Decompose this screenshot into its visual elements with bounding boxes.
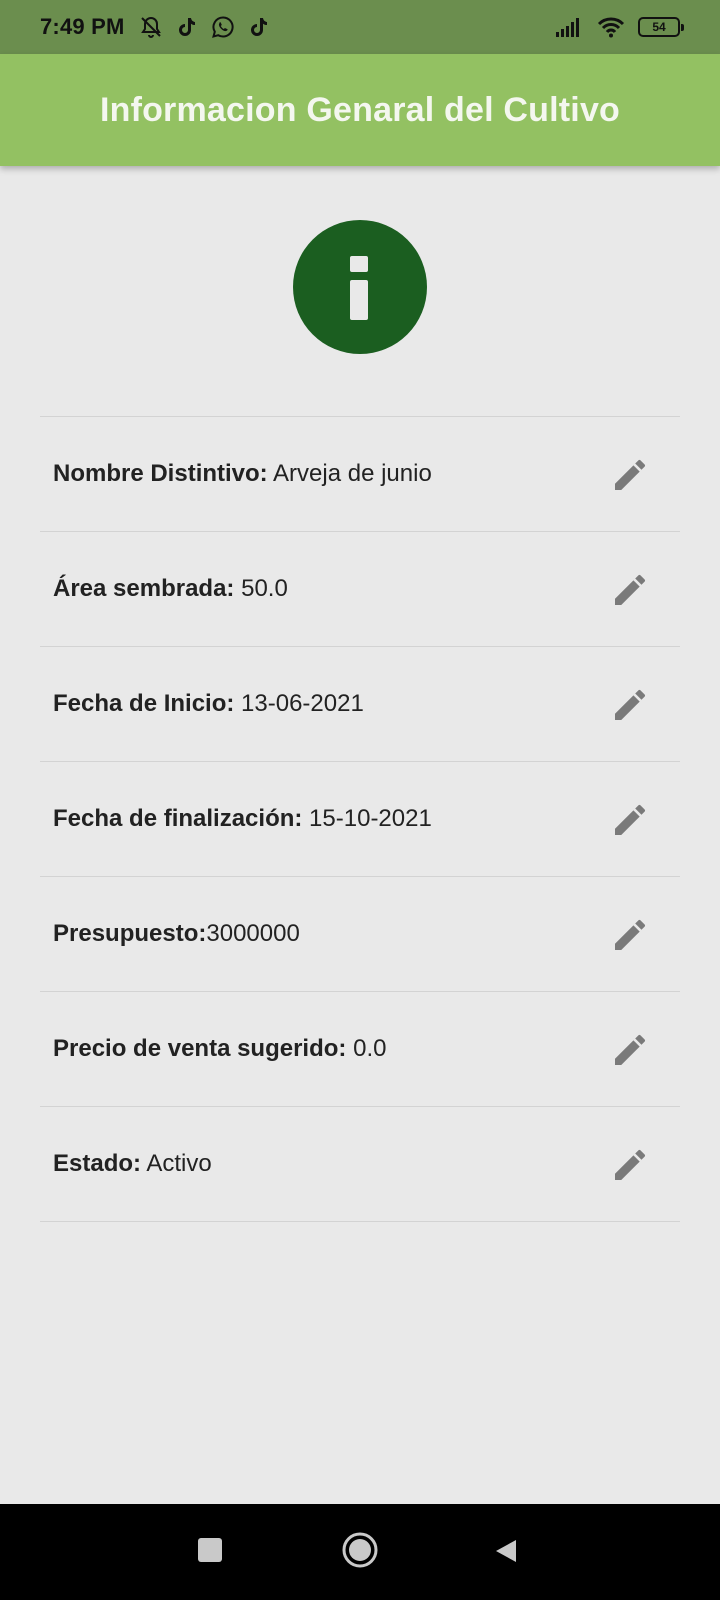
edit-icon bbox=[615, 574, 646, 605]
bell-off-icon bbox=[140, 16, 161, 38]
field-label: Precio de venta sugerido: bbox=[53, 1035, 347, 1062]
field-value: 15-10-2021 bbox=[302, 805, 432, 832]
field-row-presupuesto: Presupuesto:3000000 bbox=[40, 877, 680, 992]
field-row-area-sembrada: Área sembrada: 50.0 bbox=[40, 532, 680, 647]
field-row-precio-venta: Precio de venta sugerido: 0.0 bbox=[40, 992, 680, 1107]
app-bar: Informacion Genaral del Cultivo bbox=[0, 54, 720, 166]
edit-icon bbox=[615, 919, 646, 950]
edit-icon bbox=[615, 1034, 646, 1065]
edit-icon bbox=[615, 689, 646, 720]
tiktok-icon bbox=[250, 18, 267, 36]
notification-icons bbox=[139, 15, 271, 39]
field-value: Arveja de junio bbox=[267, 460, 432, 487]
navigation-bar bbox=[0, 1504, 720, 1600]
field-row-fecha-finalizacion: Fecha de finalización: 15-10-2021 bbox=[40, 762, 680, 877]
field-label: Nombre Distintivo: bbox=[53, 460, 268, 487]
crop-info-list: Nombre Distintivo: Arveja de junio Área … bbox=[40, 416, 680, 1222]
tiktok-icon bbox=[178, 18, 195, 36]
battery-icon: 54 bbox=[638, 17, 684, 37]
back-icon bbox=[496, 1540, 516, 1562]
field-label: Área sembrada: bbox=[53, 575, 235, 602]
page-title: Informacion Genaral del Cultivo bbox=[99, 90, 621, 129]
edit-button[interactable] bbox=[608, 1028, 652, 1072]
field-label: Presupuesto: bbox=[53, 920, 207, 947]
field-value: 0.0 bbox=[346, 1035, 387, 1062]
edit-button[interactable] bbox=[608, 913, 652, 957]
field-value: Activo bbox=[141, 1150, 212, 1177]
back-button[interactable] bbox=[492, 1537, 520, 1565]
edit-button[interactable] bbox=[608, 568, 652, 612]
field-value: 50.0 bbox=[234, 575, 288, 602]
home-button[interactable] bbox=[341, 1531, 379, 1569]
wifi-icon bbox=[597, 17, 625, 38]
field-label: Fecha de finalización: bbox=[53, 805, 303, 832]
field-label: Fecha de Inicio: bbox=[53, 690, 235, 717]
edit-icon bbox=[615, 804, 646, 835]
home-icon bbox=[342, 1532, 378, 1568]
field-row-fecha-inicio: Fecha de Inicio: 13-06-2021 bbox=[40, 647, 680, 762]
signal-icon bbox=[556, 18, 579, 37]
battery-level: 54 bbox=[652, 20, 666, 34]
field-row-nombre-distintivo: Nombre Distintivo: Arveja de junio bbox=[40, 417, 680, 532]
edit-button[interactable] bbox=[608, 1143, 652, 1187]
edit-button[interactable] bbox=[608, 683, 652, 727]
recents-button[interactable] bbox=[198, 1538, 222, 1562]
edit-icon bbox=[615, 1149, 646, 1180]
edit-icon bbox=[615, 459, 646, 490]
recents-icon bbox=[198, 1538, 222, 1562]
edit-button[interactable] bbox=[608, 453, 652, 497]
status-time: 7:49 PM bbox=[40, 14, 125, 39]
system-icons: 54 bbox=[556, 16, 684, 38]
field-label: Estado: bbox=[53, 1150, 142, 1177]
field-row-estado: Estado: Activo bbox=[40, 1107, 680, 1222]
field-value: 3000000 bbox=[206, 920, 300, 947]
edit-button[interactable] bbox=[608, 798, 652, 842]
whatsapp-icon bbox=[211, 16, 234, 38]
status-bar: 7:49 PM 54 bbox=[0, 0, 720, 54]
info-icon bbox=[293, 220, 427, 354]
field-value: 13-06-2021 bbox=[234, 690, 364, 717]
